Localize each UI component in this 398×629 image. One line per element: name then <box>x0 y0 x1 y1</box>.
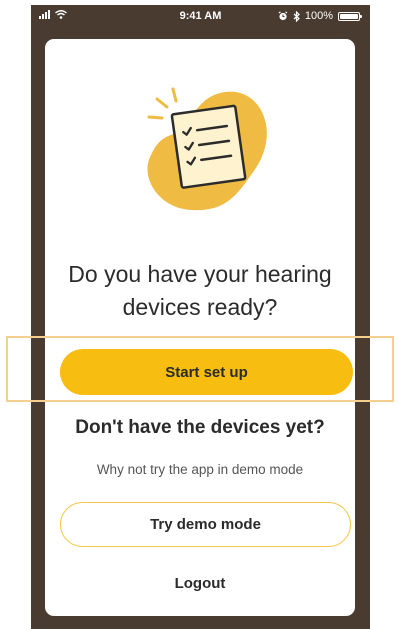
checklist-icon <box>147 87 267 211</box>
status-right: 100% <box>278 10 362 22</box>
logout-link[interactable]: Logout <box>45 575 355 592</box>
try-demo-button[interactable]: Try demo mode <box>60 502 351 547</box>
alarm-icon <box>278 11 288 21</box>
onboarding-card: Do you have your hearing devices ready? … <box>45 39 355 616</box>
page-title-line-2: devices ready? <box>122 294 278 320</box>
battery-percent: 100% <box>304 10 333 22</box>
no-devices-heading: Don't have the devices yet? <box>75 417 325 438</box>
demo-hint-text: Why not try the app in demo mode <box>96 462 304 477</box>
page-title: Do you have your hearing devices ready? <box>45 258 355 324</box>
status-bar: 9:41 AM 100% <box>31 5 370 29</box>
bluetooth-icon <box>293 10 300 22</box>
phone-frame: 9:41 AM 100% Do you have your hearing de… <box>31 5 370 629</box>
page-title-line-1: Do you have your hearing <box>68 261 332 287</box>
battery-icon <box>338 11 362 21</box>
start-setup-button[interactable]: Start set up <box>60 349 353 395</box>
